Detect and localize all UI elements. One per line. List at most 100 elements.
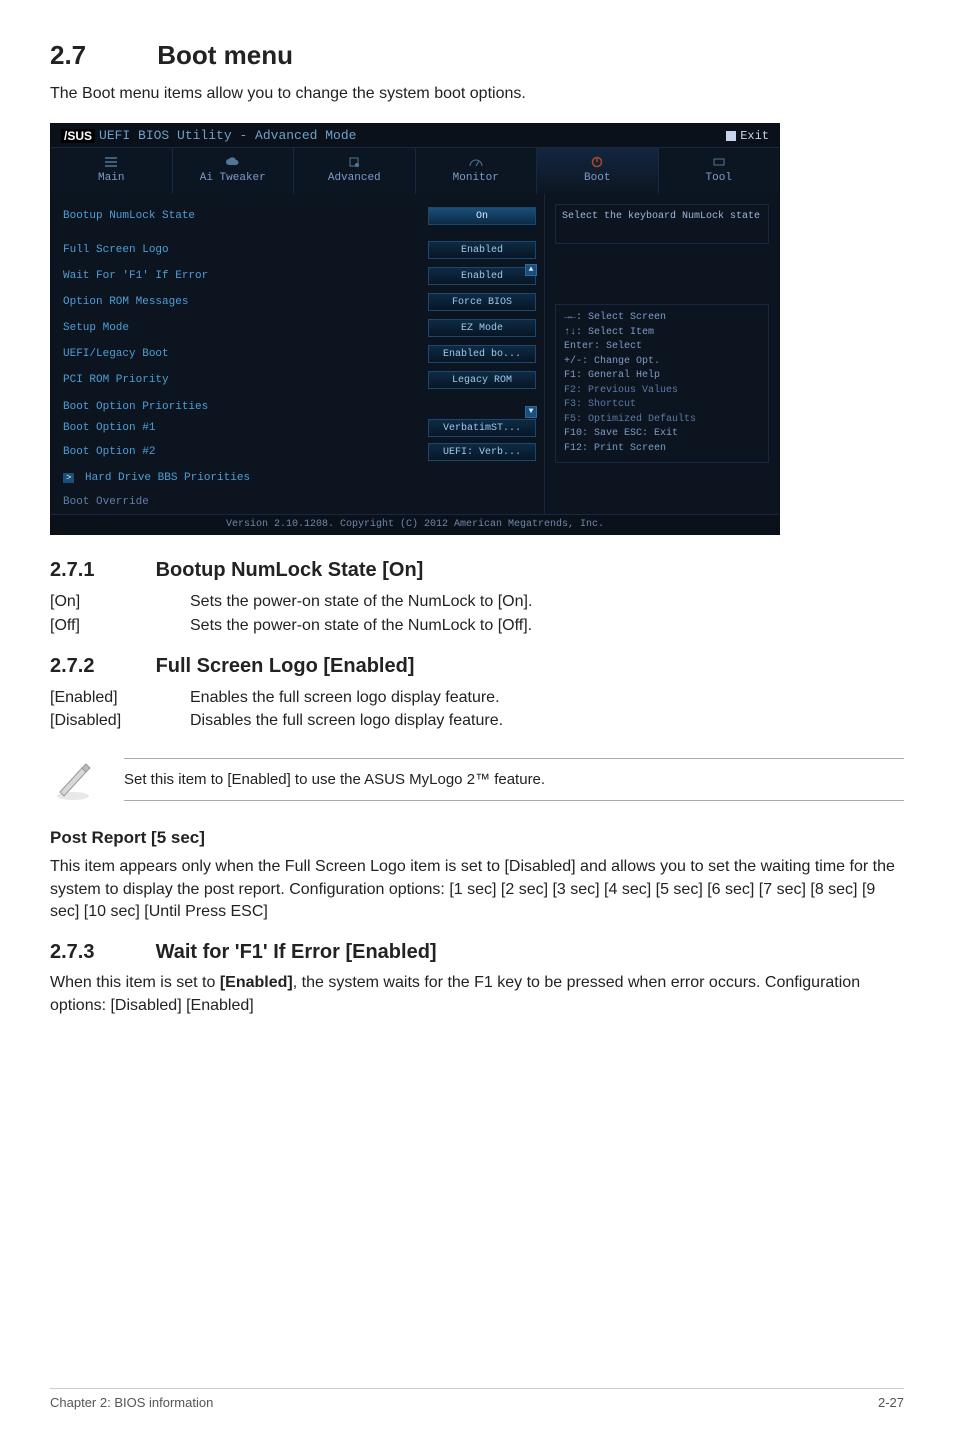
bios-tab-row: Main Ai Tweaker Advanced Monitor Boot To… [51,148,779,194]
sub-number: 2.7.1 [50,559,150,582]
key-help-line: +/-: Change Opt. [564,355,760,370]
bios-setting-value[interactable]: Enabled [428,241,536,259]
option-key: [Off] [50,614,190,637]
boot-option-row[interactable]: Boot Option #2UEFI: Verb... [63,440,536,464]
exit-button[interactable]: Exit [726,129,769,143]
cloud-icon [225,156,241,168]
key-help-line: F10: Save ESC: Exit [564,427,760,442]
note-text: Set this item to [Enabled] to use the AS… [124,758,904,801]
boot-option-label: Boot Option #2 [63,446,428,458]
chip-icon [346,156,362,168]
subheading-272: 2.7.2 Full Screen Logo [Enabled] [50,655,904,678]
bios-setting-row[interactable]: Full Screen LogoEnabled [63,238,536,262]
bios-setting-value[interactable]: Enabled [428,267,536,285]
key-help-line: F12: Print Screen [564,442,760,457]
bios-setting-value[interactable]: Legacy ROM [428,371,536,389]
subheading-271: 2.7.1 Bootup NumLock State [On] [50,559,904,582]
bios-setting-row[interactable]: Wait For 'F1' If ErrorEnabled [63,264,536,288]
option-desc: Enables the full screen logo display fea… [190,689,500,706]
option-desc: Sets the power-on state of the NumLock t… [190,617,532,634]
section-title: Boot menu [157,40,293,70]
option-key: [Enabled] [50,686,190,709]
bios-setting-label: Wait For 'F1' If Error [63,270,428,282]
bios-setting-row[interactable]: UEFI/Legacy BootEnabled bo... [63,342,536,366]
key-help-line: F1: General Help [564,369,760,384]
sub-number: 2.7.3 [50,941,150,964]
boot-option-value[interactable]: VerbatimST... [428,419,536,437]
boot-override-row[interactable]: Boot Override [63,496,536,508]
bios-setting-row[interactable]: Option ROM MessagesForce BIOS [63,290,536,314]
boot-option-label: Boot Option #1 [63,422,428,434]
bios-screenshot: /SUS UEFI BIOS Utility - Advanced Mode E… [50,123,780,535]
exit-label: Exit [740,129,769,143]
tab-monitor[interactable]: Monitor [416,148,538,194]
tab-advanced[interactable]: Advanced [294,148,416,194]
scroll-up-icon[interactable]: ▲ [525,264,537,276]
gauge-icon [468,156,484,168]
bios-setting-label: Setup Mode [63,322,428,334]
exit-icon [726,131,736,141]
bios-setting-row[interactable]: Bootup NumLock StateOn [63,204,536,228]
option-row: [Off]Sets the power-on state of the NumL… [50,614,904,637]
hard-drive-bbs-submenu[interactable]: > Hard Drive BBS Priorities [63,472,536,484]
s273-pre: When this item is set to [50,974,220,991]
bios-key-help: →←: Select Screen↑↓: Select ItemEnter: S… [555,304,769,463]
asus-logo-icon: /SUS [61,129,95,143]
key-help-line: Enter: Select [564,340,760,355]
note-block: Set this item to [Enabled] to use the AS… [50,756,904,802]
override-label: Boot Override [63,496,149,508]
tab-label: Ai Tweaker [200,172,266,184]
key-help-line: F3: Shortcut [564,398,760,413]
chevron-right-icon: > [63,473,74,483]
bios-setting-value[interactable]: Enabled bo... [428,345,536,363]
submenu-label: Hard Drive BBS Priorities [85,472,250,484]
section-heading: 2.7 Boot menu [50,40,904,71]
tab-boot[interactable]: Boot [537,148,659,194]
section-number: 2.7 [50,40,150,71]
tab-ai-tweaker[interactable]: Ai Tweaker [173,148,295,194]
power-icon [589,156,605,168]
sub-title: Full Screen Logo [Enabled] [156,655,415,677]
tab-label: Tool [706,172,732,184]
scroll-down-icon[interactable]: ▼ [525,406,537,418]
bios-version-footer: Version 2.10.1208. Copyright (C) 2012 Am… [51,514,779,534]
tool-icon [711,156,727,168]
bios-setting-value[interactable]: Force BIOS [428,293,536,311]
tab-main[interactable]: Main [51,148,173,194]
post-report-heading: Post Report [5 sec] [50,828,904,848]
bios-right-pane: Select the keyboard NumLock state →←: Se… [544,194,779,514]
tab-tool[interactable]: Tool [659,148,780,194]
bios-title: /SUS UEFI BIOS Utility - Advanced Mode [61,128,356,143]
intro-text: The Boot menu items allow you to change … [50,83,904,105]
key-help-line: F2: Previous Values [564,384,760,399]
bios-setting-label: Full Screen Logo [63,244,428,256]
footer-right: 2-27 [878,1395,904,1410]
bios-setting-label: PCI ROM Priority [63,374,428,386]
tab-label: Main [98,172,124,184]
option-key: [Disabled] [50,709,190,732]
tab-label: Boot [584,172,610,184]
option-row: [Disabled]Disables the full screen logo … [50,709,904,732]
key-help-line: F5: Optimized Defaults [564,413,760,428]
bios-setting-row[interactable]: PCI ROM PriorityLegacy ROM [63,368,536,392]
bios-titlebar: /SUS UEFI BIOS Utility - Advanced Mode E… [51,124,779,148]
bios-setting-value[interactable]: On [428,207,536,225]
s273-body: When this item is set to [Enabled], the … [50,972,904,1017]
option-row: [Enabled]Enables the full screen logo di… [50,686,904,709]
bios-setting-label: Bootup NumLock State [63,210,428,222]
bios-context-help: Select the keyboard NumLock state [555,204,769,244]
tab-label: Advanced [328,172,381,184]
boot-option-row[interactable]: Boot Option #1VerbatimST... [63,416,536,440]
bios-setting-label: UEFI/Legacy Boot [63,348,428,360]
sub-title: Wait for 'F1' If Error [Enabled] [156,941,437,963]
pencil-icon [50,756,96,802]
boot-option-value[interactable]: UEFI: Verb... [428,443,536,461]
bios-left-pane: Bootup NumLock StateOnFull Screen LogoEn… [51,194,544,514]
bios-setting-row[interactable]: Setup ModeEZ Mode [63,316,536,340]
page-footer: Chapter 2: BIOS information 2-27 [50,1388,904,1410]
tab-label: Monitor [453,172,499,184]
bios-setting-value[interactable]: EZ Mode [428,319,536,337]
option-row: [On]Sets the power-on state of the NumLo… [50,590,904,613]
option-key: [On] [50,590,190,613]
bios-setting-label: Option ROM Messages [63,296,428,308]
